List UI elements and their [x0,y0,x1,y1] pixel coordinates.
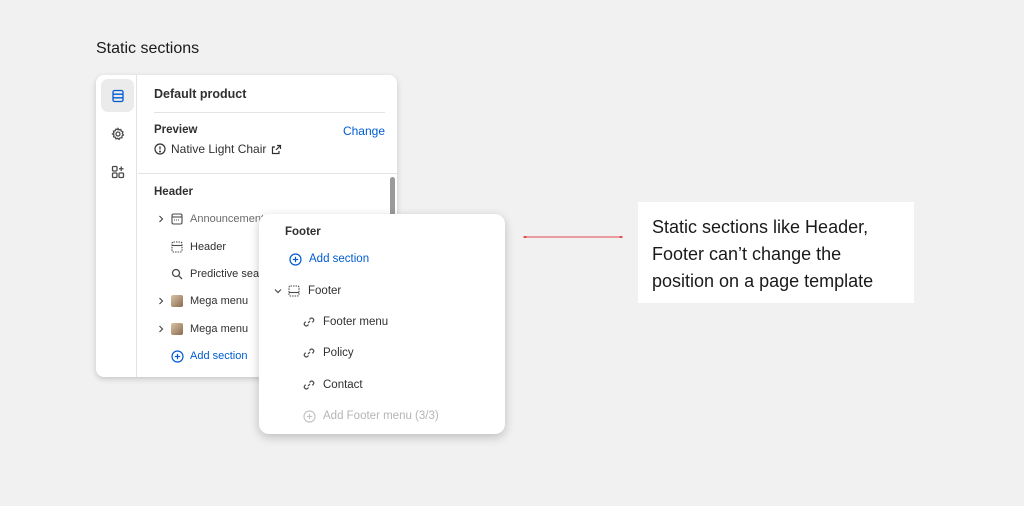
rail-sections-button[interactable] [101,79,134,112]
footer-group-header: Footer [285,226,321,238]
preview-label: Preview [154,124,198,136]
chevron-down-icon[interactable] [271,287,285,295]
row-label: Announcement [190,213,264,225]
image-thumbnail [171,323,183,335]
plus-circle-icon [168,349,186,363]
chevron-right-icon[interactable] [154,215,168,223]
list-item[interactable]: Mega menu [154,290,248,312]
add-block-label: Add Footer menu (3/3) [323,410,439,422]
footer-block-row[interactable]: Contact [300,374,363,396]
section-group-header: Header [154,186,193,198]
external-link-icon [272,144,282,154]
block-label: Footer menu [323,316,389,328]
add-footer-menu-button[interactable]: Add Footer menu (3/3) [300,405,439,427]
annotation-connector [523,236,623,238]
block-label: Policy [323,347,354,359]
link-icon [300,316,318,328]
block-label: Contact [323,379,363,391]
sidebar-rail [96,75,137,377]
add-section-label: Add section [190,350,248,362]
divider [154,112,385,113]
chevron-right-icon[interactable] [154,297,168,305]
preview-product-name: Native Light Chair [171,142,267,156]
page-heading: Static sections [96,40,200,57]
image-thumbnail [171,295,183,307]
list-item[interactable]: Header [154,236,226,258]
annotation-callout: Static sections like Header, Footer can’… [638,202,914,303]
info-icon [154,143,166,155]
preview-product[interactable]: Native Light Chair [154,142,282,156]
footer-section-row[interactable]: Footer [271,280,341,302]
link-icon [300,347,318,359]
template-title: Default product [154,87,247,101]
divider [138,173,397,174]
row-label: Header [190,241,227,253]
rail-settings-button[interactable] [101,117,134,150]
chevron-right-icon[interactable] [154,325,168,333]
row-label: Mega menu [190,295,249,307]
sections-icon [111,89,124,102]
list-item[interactable]: Announcement [154,208,264,230]
header-layout-icon [168,241,186,253]
footer-block-row[interactable]: Policy [300,342,354,364]
footer-block-row[interactable]: Footer menu [300,311,388,333]
plus-circle-icon [300,409,318,423]
row-label: Predictive sea [190,268,260,280]
row-label: Mega menu [190,323,249,335]
change-preview-link[interactable]: Change [343,124,385,138]
add-section-button[interactable]: Add section [154,345,247,367]
footer-layout-icon [285,285,303,297]
link-icon [300,379,318,391]
add-section-label: Add section [309,253,370,265]
gear-icon [110,126,124,140]
footer-section-label: Footer [308,285,342,297]
list-item[interactable]: Predictive sea [154,263,259,285]
search-icon [168,268,186,280]
plus-circle-icon [286,252,304,266]
announcement-bar-icon [168,213,186,225]
rail-apps-button[interactable] [101,155,134,188]
apps-add-icon [111,165,124,178]
footer-section-card: Footer Add section Footer Footer menu Po… [259,214,505,434]
footer-add-section-button[interactable]: Add section [286,248,369,270]
list-item[interactable]: Mega menu [154,318,248,340]
